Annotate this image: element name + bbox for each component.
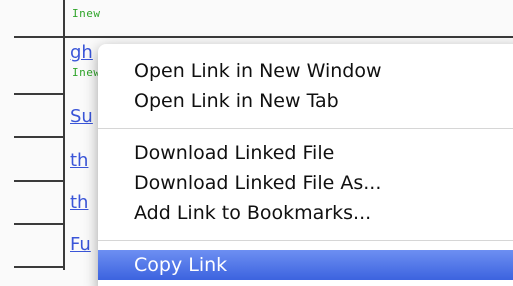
table-divider-vertical xyxy=(63,0,65,270)
table-divider xyxy=(14,93,64,95)
table-divider xyxy=(14,180,64,182)
menu-item-download-linked-file-as[interactable]: Download Linked File As... xyxy=(98,168,513,198)
menu-item-add-link-to-bookmarks[interactable]: Add Link to Bookmarks... xyxy=(98,198,513,228)
page-link[interactable]: Fu xyxy=(70,234,91,255)
table-divider xyxy=(14,223,64,225)
table-divider xyxy=(14,36,513,38)
menu-separator xyxy=(98,240,513,241)
new-badge: Inew xyxy=(72,7,101,20)
new-badge: Inew xyxy=(72,66,101,79)
menu-separator xyxy=(98,128,513,129)
table-divider xyxy=(14,136,64,138)
page-link[interactable]: th xyxy=(70,192,88,213)
page-link[interactable]: gh xyxy=(70,42,93,63)
page-link[interactable]: Su xyxy=(70,106,93,127)
menu-item-copy-link[interactable]: Copy Link xyxy=(98,250,513,280)
menu-item-open-link-new-window[interactable]: Open Link in New Window xyxy=(98,56,513,86)
link-context-menu: Open Link in New Window Open Link in New… xyxy=(98,44,513,286)
screenshot: Inew Inew gh Su th th Fu Open Link in Ne… xyxy=(0,0,513,286)
menu-item-download-linked-file[interactable]: Download Linked File xyxy=(98,138,513,168)
menu-item-open-link-new-tab[interactable]: Open Link in New Tab xyxy=(98,86,513,116)
table-divider xyxy=(14,266,64,268)
page-link[interactable]: th xyxy=(70,150,88,171)
